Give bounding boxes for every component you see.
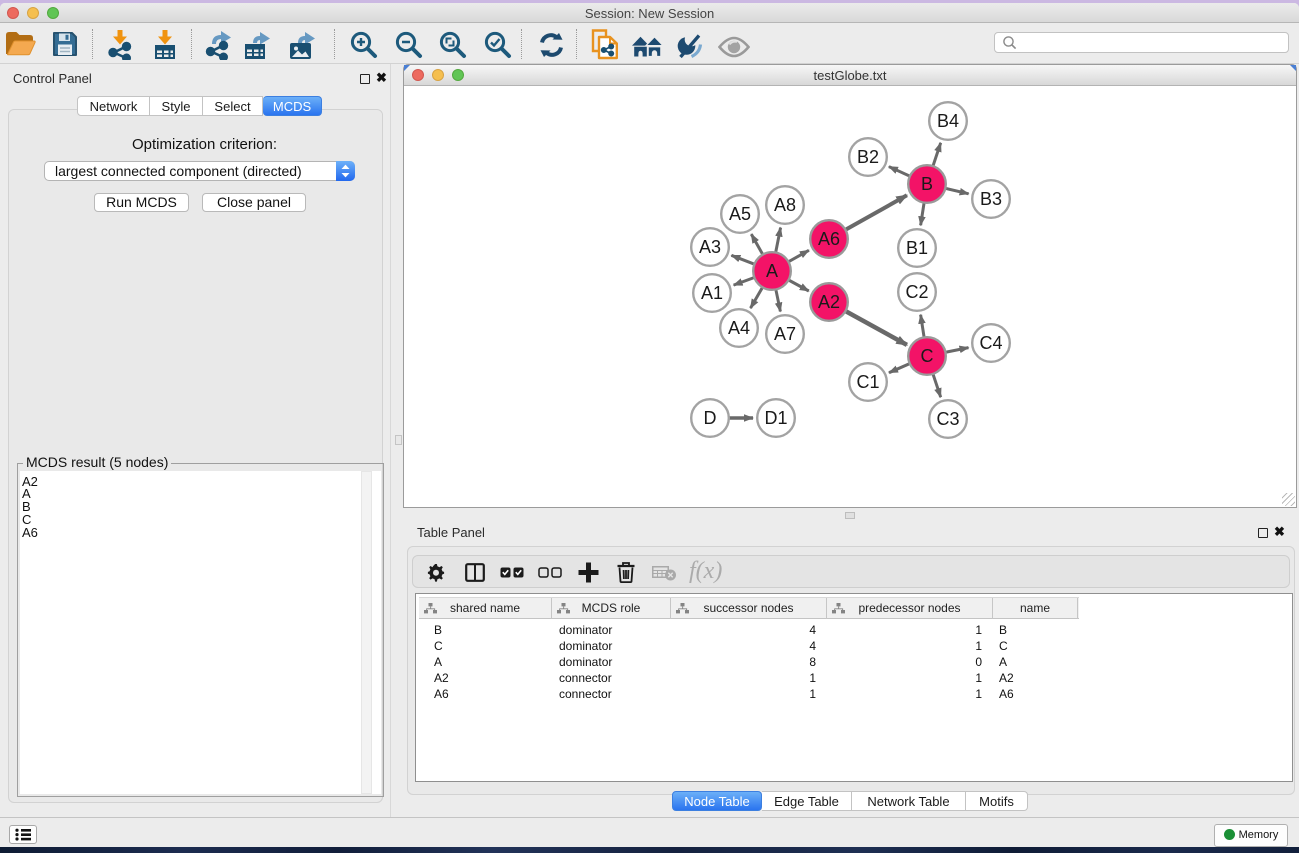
svg-text:B4: B4 xyxy=(937,111,959,131)
svg-text:C1: C1 xyxy=(856,372,879,392)
svg-text:D1: D1 xyxy=(764,408,787,428)
svg-text:A8: A8 xyxy=(774,195,796,215)
svg-text:B1: B1 xyxy=(906,238,928,258)
svg-text:C: C xyxy=(921,346,934,366)
svg-text:B3: B3 xyxy=(980,189,1002,209)
svg-text:A6: A6 xyxy=(818,229,840,249)
svg-text:C2: C2 xyxy=(905,282,928,302)
svg-text:B2: B2 xyxy=(857,147,879,167)
svg-text:A2: A2 xyxy=(818,292,840,312)
svg-text:A5: A5 xyxy=(729,204,751,224)
svg-text:C4: C4 xyxy=(979,333,1002,353)
svg-text:D: D xyxy=(704,408,717,428)
svg-text:A4: A4 xyxy=(728,318,750,338)
svg-text:B: B xyxy=(921,174,933,194)
svg-text:A3: A3 xyxy=(699,237,721,257)
svg-text:A1: A1 xyxy=(701,283,723,303)
svg-text:A7: A7 xyxy=(774,324,796,344)
svg-text:A: A xyxy=(766,261,778,281)
svg-text:C3: C3 xyxy=(936,409,959,429)
